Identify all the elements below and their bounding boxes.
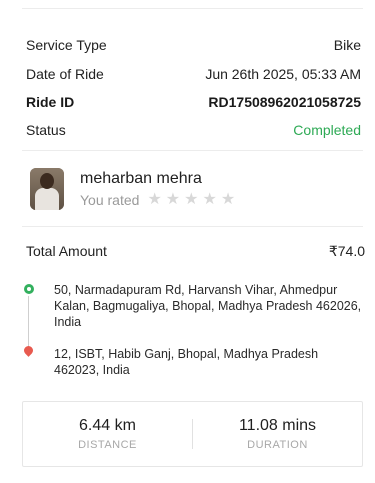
avatar	[30, 168, 64, 210]
service-type-row: Service Type Bike	[26, 30, 361, 60]
distance-label: DISTANCE	[78, 439, 137, 451]
duration-metric: 11.08 mins DURATION	[193, 417, 362, 451]
pickup-stop: 50, Narmadapuram Rd, Harvansh Vihar, Ahm…	[22, 282, 363, 356]
status-row: Status Completed	[26, 116, 361, 144]
star-icon[interactable]: ★	[147, 192, 161, 208]
ride-id-value[interactable]: RD17508962021058725	[208, 94, 361, 110]
drop-pin-icon	[22, 344, 35, 357]
pickup-dot-icon	[24, 284, 34, 294]
divider	[22, 150, 363, 151]
divider	[22, 226, 363, 227]
rider-name: meharban mehra	[80, 170, 202, 187]
total-amount-value: ₹74.0	[328, 243, 365, 259]
duration-label: DURATION	[247, 439, 308, 451]
service-type-value: Bike	[333, 37, 361, 53]
ride-details: Service Type Bike Date of Ride Jun 26th …	[26, 30, 361, 144]
star-icon[interactable]: ★	[202, 192, 216, 208]
distance-value: 6.44 km	[79, 417, 136, 434]
top-divider	[22, 8, 363, 9]
date-row: Date of Ride Jun 26th 2025, 05:33 AM	[26, 60, 361, 88]
service-type-label: Service Type	[26, 37, 107, 53]
rider-info: meharban mehra You rated ★ ★ ★ ★ ★	[80, 170, 239, 208]
ride-id-row: Ride ID RD17508962021058725	[26, 88, 361, 116]
distance-metric: 6.44 km DISTANCE	[23, 417, 192, 451]
total-amount-row: Total Amount ₹74.0	[26, 243, 365, 260]
status-label: Status	[26, 122, 66, 138]
rider-card: meharban mehra You rated ★ ★ ★ ★ ★	[30, 168, 239, 210]
ride-details-page: Service Type Bike Date of Ride Jun 26th …	[0, 0, 375, 483]
star-icon[interactable]: ★	[221, 192, 235, 208]
ride-id-label: Ride ID	[26, 94, 75, 110]
pickup-address: 50, Narmadapuram Rd, Harvansh Vihar, Ahm…	[54, 283, 362, 329]
star-icon[interactable]: ★	[166, 192, 180, 208]
trip-summary: 6.44 km DISTANCE 11.08 mins DURATION	[22, 401, 363, 467]
rating-line: You rated ★ ★ ★ ★ ★	[80, 192, 239, 209]
total-amount-label: Total Amount	[26, 243, 107, 259]
drop-stop: 12, ISBT, Habib Ganj, Bhopal, Madhya Pra…	[22, 344, 363, 378]
star-icon[interactable]: ★	[184, 192, 198, 208]
rated-label: You rated	[80, 192, 140, 208]
drop-address: 12, ISBT, Habib Ganj, Bhopal, Madhya Pra…	[54, 347, 319, 377]
status-value: Completed	[293, 122, 361, 138]
duration-value: 11.08 mins	[238, 417, 317, 434]
date-value: Jun 26th 2025, 05:33 AM	[205, 66, 361, 82]
date-label: Date of Ride	[26, 66, 104, 82]
